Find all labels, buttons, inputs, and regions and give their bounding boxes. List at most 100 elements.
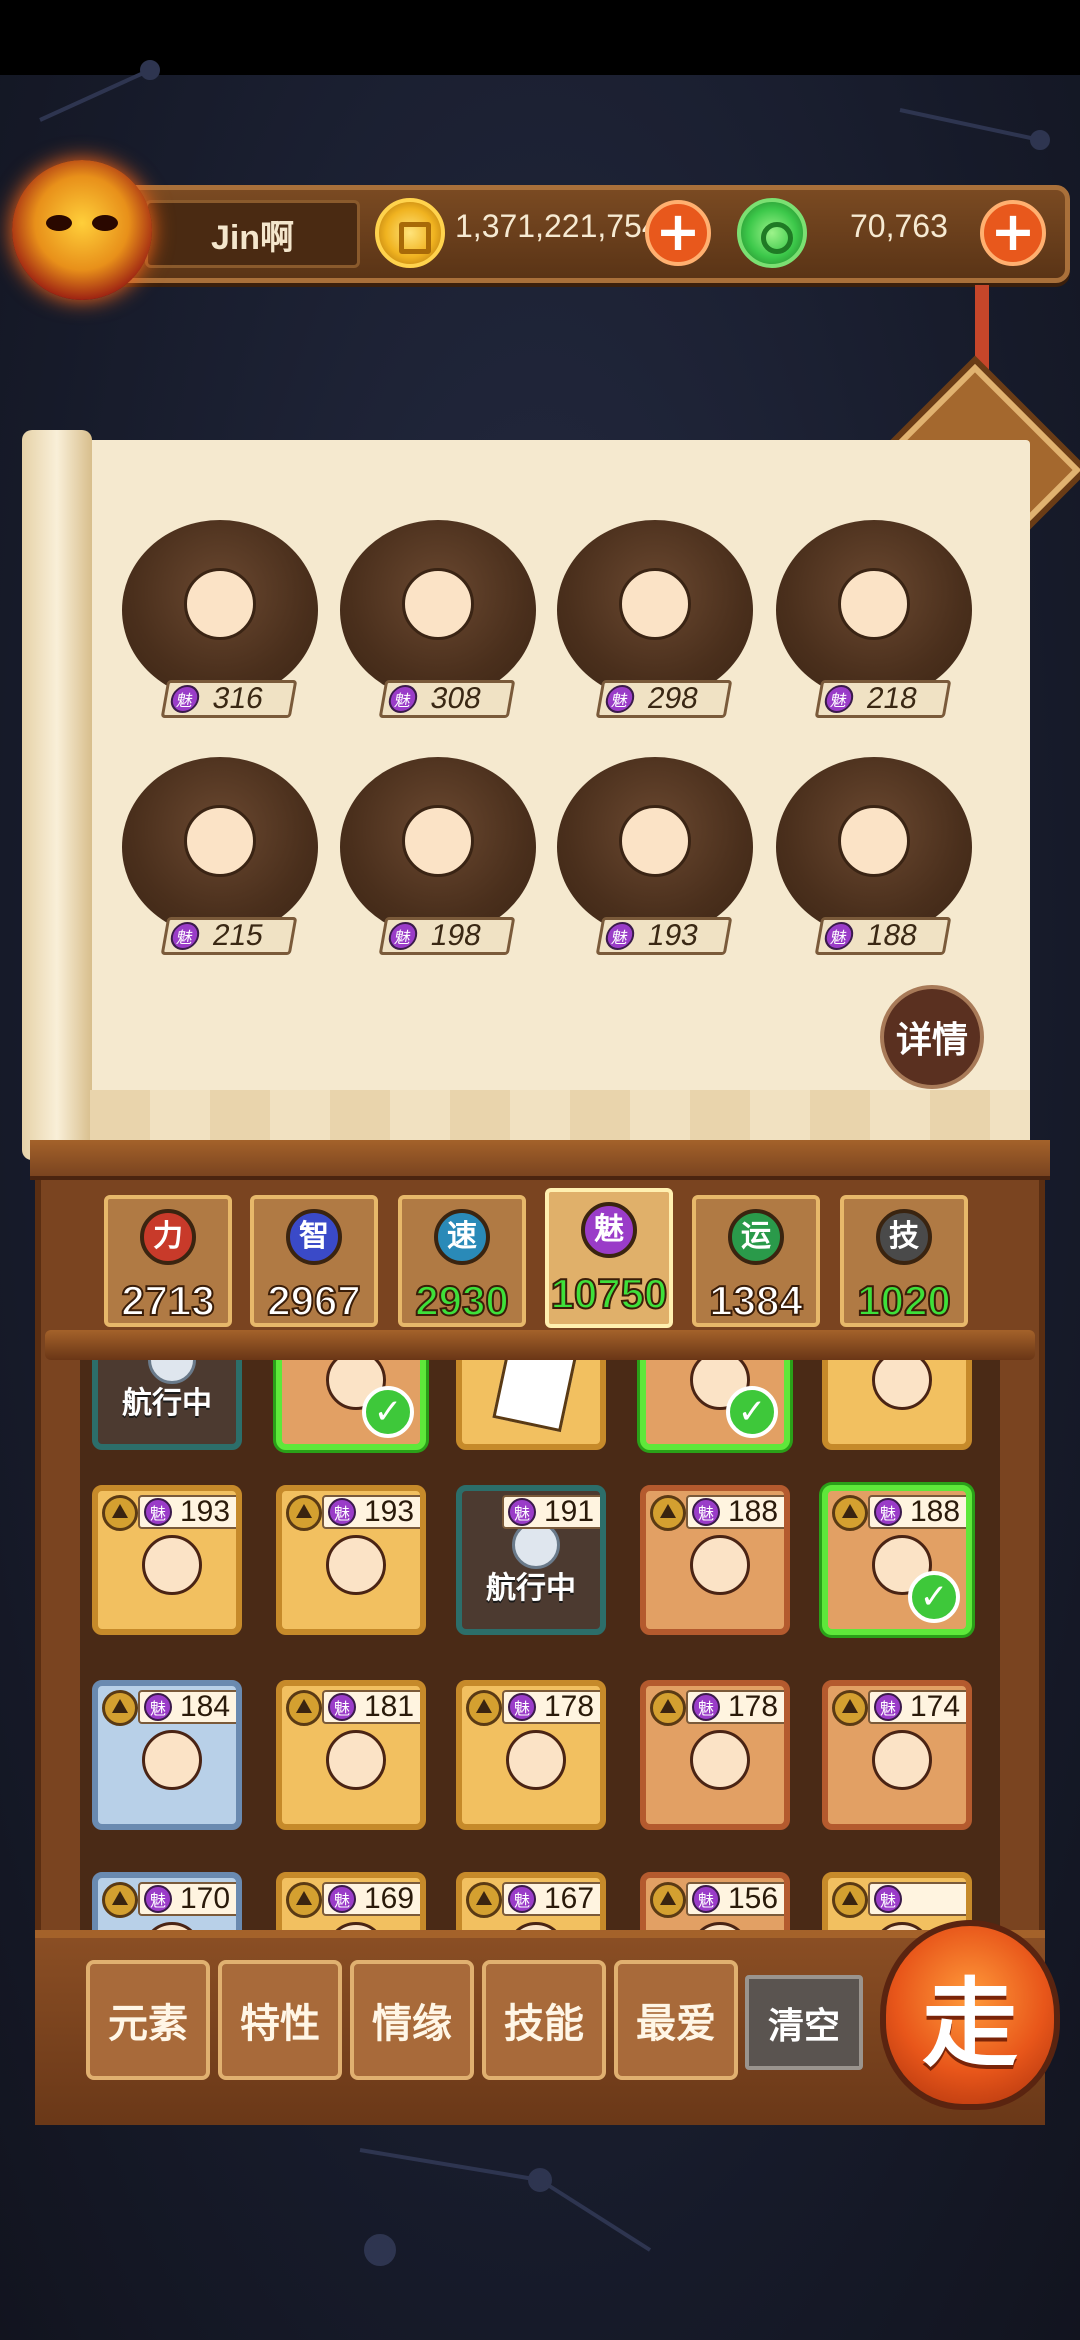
rank-icon xyxy=(650,1882,686,1918)
selected-hero-portrait[interactable]: 魅 308 xyxy=(340,520,536,718)
go-button[interactable]: 走 xyxy=(880,1920,1060,2110)
charm-badge: 魅 169 xyxy=(322,1882,420,1916)
charm-badge: 魅 174 xyxy=(868,1690,966,1724)
rank-icon xyxy=(286,1882,322,1918)
hero-roster[interactable]: 航行中 ✓ ✓ 魅 193 魅 193 航行中魅 191 魅 188 魅 188 ✓ 魅 184 魅 181 魅 17… xyxy=(80,1360,1000,1940)
charm-icon: 魅 xyxy=(822,685,856,713)
stat-tab-5[interactable]: 运 1384 xyxy=(692,1195,820,1327)
charm-value: 193 xyxy=(364,1495,415,1528)
charm-badge: 魅 316 xyxy=(160,680,298,718)
charm-value: 181 xyxy=(364,1690,415,1723)
resource-bar: Jin啊 1,371,221,754 + 70,763 + xyxy=(100,185,1070,283)
sailing-label: 航行中 xyxy=(122,1386,212,1421)
roster-card[interactable]: ✓ xyxy=(276,1360,426,1450)
hero-face-icon xyxy=(402,805,474,877)
filter-tab-1[interactable]: 元素 xyxy=(86,1960,210,2080)
charm-badge: 魅 170 xyxy=(138,1882,236,1916)
player-avatar[interactable] xyxy=(12,160,152,300)
roster-card[interactable] xyxy=(456,1360,606,1450)
selected-hero-portrait[interactable]: 魅 215 xyxy=(122,757,318,955)
roster-card[interactable]: 魅 174 xyxy=(822,1680,972,1830)
filter-tab-2[interactable]: 特性 xyxy=(218,1960,342,2080)
charm-value: 218 xyxy=(864,682,921,715)
hero-face-icon xyxy=(619,805,691,877)
stat-tab-2[interactable]: 智 2967 xyxy=(250,1195,378,1327)
charm-icon: 魅 xyxy=(874,1693,902,1721)
roster-card[interactable]: 魅 178 xyxy=(640,1680,790,1830)
charm-icon: 魅 xyxy=(508,1498,536,1526)
charm-value: 178 xyxy=(728,1690,779,1723)
roster-card[interactable]: 魅 193 xyxy=(92,1485,242,1635)
selected-hero-portrait[interactable]: 魅 218 xyxy=(776,520,972,718)
stat-icon: 力 xyxy=(140,1209,196,1265)
charm-value: 191 xyxy=(544,1495,595,1528)
rank-icon xyxy=(466,1882,502,1918)
stat-value: 2713 xyxy=(120,1276,215,1325)
stat-tab-6[interactable]: 技 1020 xyxy=(840,1195,968,1327)
hero-face-icon xyxy=(872,1730,932,1790)
stat-value: 2930 xyxy=(414,1276,509,1325)
roster-card[interactable]: 航行中 魅 191 xyxy=(456,1485,606,1635)
roster-card[interactable]: 魅 193 xyxy=(276,1485,426,1635)
roster-card[interactable]: 魅 178 xyxy=(456,1680,606,1830)
jade-amount: 70,763 xyxy=(850,208,948,244)
detail-button[interactable]: 详情 xyxy=(880,985,984,1089)
jade-icon xyxy=(737,198,807,268)
charm-value: 316 xyxy=(210,682,267,715)
charm-badge: 魅 188 xyxy=(686,1495,784,1529)
roster-card[interactable]: 魅 184 xyxy=(92,1680,242,1830)
hero-face-icon xyxy=(184,568,256,640)
charm-icon: 魅 xyxy=(168,922,202,950)
rank-icon xyxy=(102,1882,138,1918)
rank-icon xyxy=(832,1690,868,1726)
roster-card[interactable] xyxy=(822,1360,972,1450)
selected-hero-portrait[interactable]: 魅 198 xyxy=(340,757,536,955)
hero-face-icon xyxy=(838,805,910,877)
add-jade-button[interactable]: + xyxy=(980,200,1046,266)
filter-tab-3[interactable]: 情缘 xyxy=(350,1960,474,2080)
stat-tab-4[interactable]: 魅 10750 xyxy=(545,1188,673,1328)
hero-face-icon xyxy=(326,1535,386,1595)
roster-card[interactable]: 航行中 xyxy=(92,1360,242,1450)
charm-badge: 魅 298 xyxy=(595,680,733,718)
selected-hero-portrait[interactable]: 魅 188 xyxy=(776,757,972,955)
stat-value: 1020 xyxy=(856,1276,951,1325)
charm-badge: 魅 188 xyxy=(868,1495,966,1529)
charm-badge: 魅 193 xyxy=(322,1495,420,1529)
charm-badge: 魅 178 xyxy=(502,1690,600,1724)
filter-tab-4[interactable]: 技能 xyxy=(482,1960,606,2080)
game-screen: Jin啊 1,371,221,754 + 70,763 + 退 魅316魅308… xyxy=(0,0,1080,2340)
roster-card[interactable]: 魅 181 xyxy=(276,1680,426,1830)
charm-icon: 魅 xyxy=(874,1498,902,1526)
charm-icon: 魅 xyxy=(144,1693,172,1721)
filter-tab-5[interactable]: 最爱 xyxy=(614,1960,738,2080)
check-icon: ✓ xyxy=(362,1386,414,1438)
roster-card[interactable]: ✓ xyxy=(640,1360,790,1450)
sailing-label: 航行中 xyxy=(486,1571,576,1606)
roster-card[interactable]: 魅 188 ✓ xyxy=(822,1485,972,1635)
stat-value: 1384 xyxy=(708,1276,803,1325)
stat-value: 2967 xyxy=(266,1276,361,1325)
charm-icon: 魅 xyxy=(328,1885,356,1913)
clear-button[interactable]: 清空 xyxy=(745,1975,863,2070)
stat-tab-1[interactable]: 力 2713 xyxy=(104,1195,232,1327)
player-name: Jin啊 xyxy=(145,200,360,268)
charm-value: 193 xyxy=(645,919,702,952)
selected-hero-portrait[interactable]: 魅 298 xyxy=(557,520,753,718)
rank-icon xyxy=(650,1690,686,1726)
hero-face-icon xyxy=(326,1730,386,1790)
selected-hero-portrait[interactable]: 魅 193 xyxy=(557,757,753,955)
charm-icon: 魅 xyxy=(386,685,420,713)
charm-badge: 魅 191 xyxy=(502,1495,600,1529)
stat-tab-3[interactable]: 速 2930 xyxy=(398,1195,526,1327)
rank-icon xyxy=(102,1495,138,1531)
charm-badge: 魅 181 xyxy=(322,1690,420,1724)
selected-hero-portrait[interactable]: 魅 316 xyxy=(122,520,318,718)
charm-badge: 魅 215 xyxy=(160,917,298,955)
add-gold-button[interactable]: + xyxy=(645,200,711,266)
charm-badge: 魅 308 xyxy=(378,680,516,718)
stat-icon: 运 xyxy=(728,1209,784,1265)
charm-badge: 魅 198 xyxy=(378,917,516,955)
roster-card[interactable]: 魅 188 xyxy=(640,1485,790,1635)
hero-face-icon xyxy=(619,568,691,640)
